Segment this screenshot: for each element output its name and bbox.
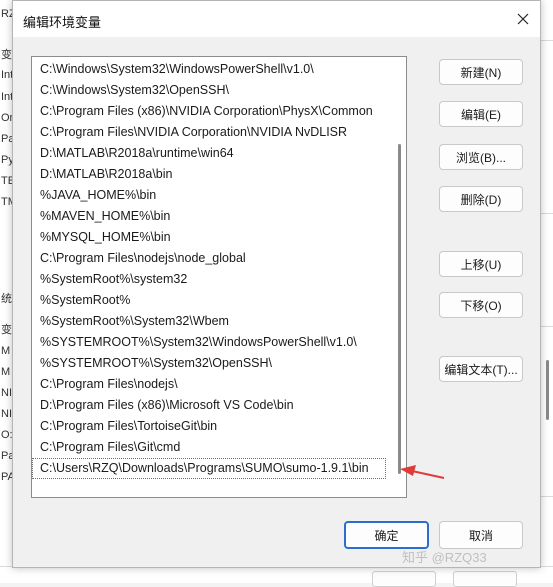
path-list-item[interactable]: %MYSQL_HOME%\bin	[32, 227, 406, 248]
path-list-item[interactable]: %SystemRoot%	[32, 290, 406, 311]
path-list-item[interactable]: %SystemRoot%\System32\Wbem	[32, 311, 406, 332]
move-down-button[interactable]: 下移(O)	[439, 292, 523, 318]
path-list-item[interactable]: C:\Windows\System32\WindowsPowerShell\v1…	[32, 59, 406, 80]
background-text: NI	[1, 387, 12, 399]
ok-button[interactable]: 确定	[344, 521, 429, 549]
path-list-item[interactable]: C:\Program Files\TortoiseGit\bin	[32, 416, 406, 437]
edit-text-button[interactable]: 编辑文本(T)...	[439, 356, 523, 382]
path-list-scrollbar[interactable]	[395, 56, 405, 496]
background-text: 变	[1, 324, 12, 336]
path-list-item-focused[interactable]: C:\Users\RZQ\Downloads\Programs\SUMO\sum…	[32, 458, 386, 479]
background-text: 变	[1, 49, 12, 61]
close-icon	[517, 13, 529, 25]
path-list-item[interactable]: %JAVA_HOME%\bin	[32, 185, 406, 206]
background-text: M	[1, 345, 11, 357]
scrollbar-thumb[interactable]	[398, 144, 401, 474]
path-list[interactable]: C:\Windows\System32\WindowsPowerShell\v1…	[31, 56, 407, 498]
background-text: NI	[1, 408, 12, 420]
new-button[interactable]: 新建(N)	[439, 59, 523, 85]
delete-button[interactable]: 删除(D)	[439, 186, 523, 212]
path-list-item[interactable]: D:\MATLAB\R2018a\runtime\win64	[32, 143, 406, 164]
move-up-button[interactable]: 上移(U)	[439, 251, 523, 277]
path-list-item[interactable]: D:\Program Files (x86)\Microsoft VS Code…	[32, 395, 406, 416]
background-scrollbar	[546, 360, 549, 420]
background-text: M	[1, 366, 11, 378]
annotation-arrow-icon	[400, 465, 445, 479]
edit-env-var-dialog: 编辑环境变量 C:\Windows\System32\WindowsPowerS…	[12, 0, 541, 568]
path-list-item[interactable]: %SYSTEMROOT%\System32\OpenSSH\	[32, 353, 406, 374]
path-list-item[interactable]: %SYSTEMROOT%\System32\WindowsPowerShell\…	[32, 332, 406, 353]
path-list-item[interactable]: C:\Program Files (x86)\NVIDIA Corporatio…	[32, 101, 406, 122]
watermark: 知乎 @RZQ33	[402, 550, 487, 565]
path-list-item[interactable]: C:\Windows\System32\OpenSSH\	[32, 80, 406, 101]
cancel-button[interactable]: 取消	[439, 521, 523, 549]
path-list-item[interactable]: %SystemRoot%\system32	[32, 269, 406, 290]
browse-button[interactable]: 浏览(B)...	[439, 144, 523, 170]
title-bar: 编辑环境变量	[13, 1, 540, 37]
dialog-title: 编辑环境变量	[23, 15, 102, 30]
path-list-item[interactable]: %MAVEN_HOME%\bin	[32, 206, 406, 227]
path-list-item[interactable]: C:\Program Files\Git\cmd	[32, 437, 406, 458]
background-text: 统	[1, 293, 12, 305]
background-text: O:	[1, 429, 13, 441]
path-list-item[interactable]: D:\MATLAB\R2018a\bin	[32, 164, 406, 185]
path-list-item[interactable]: C:\Program Files\nodejs\	[32, 374, 406, 395]
background-button	[453, 571, 517, 587]
background-window-bottom	[0, 566, 553, 587]
path-list-item[interactable]: C:\Program Files\nodejs\node_global	[32, 248, 406, 269]
edit-button[interactable]: 编辑(E)	[439, 101, 523, 127]
path-list-item[interactable]: C:\Program Files\NVIDIA Corporation\NVID…	[32, 122, 406, 143]
background-button	[372, 571, 436, 587]
close-button[interactable]	[508, 5, 538, 33]
